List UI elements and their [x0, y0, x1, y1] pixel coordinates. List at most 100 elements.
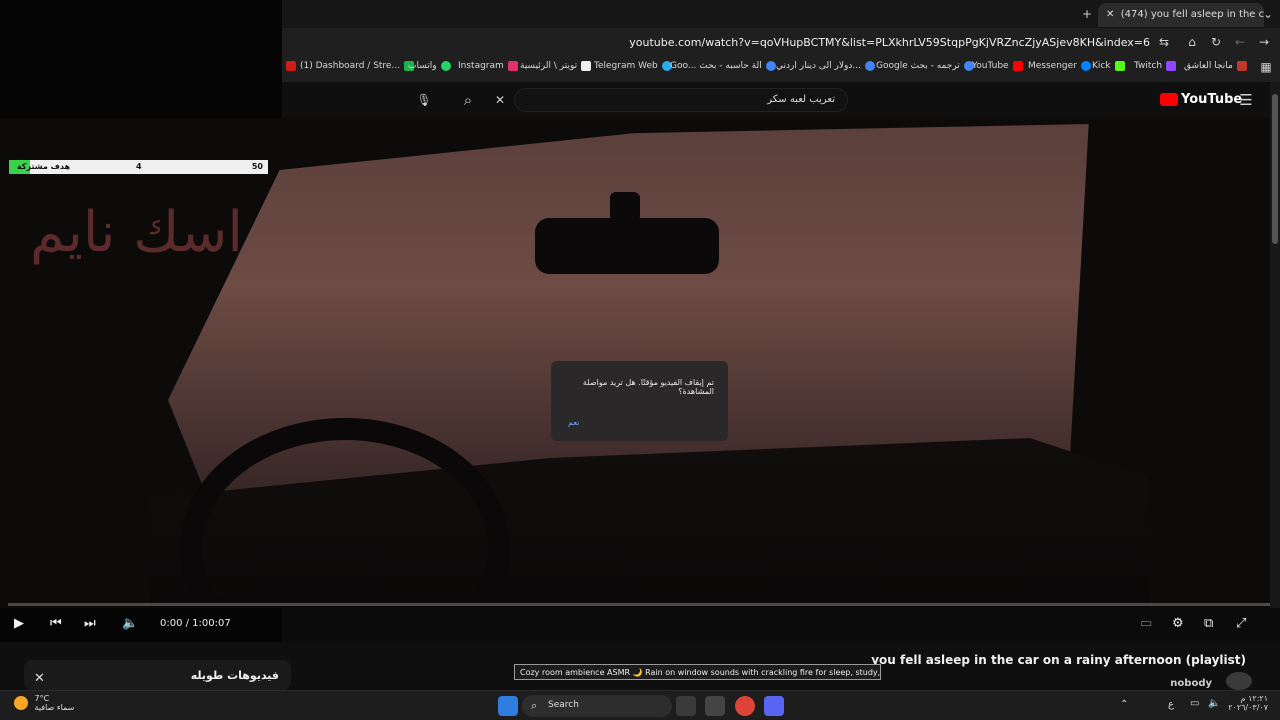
- player-controls: ▶ ⏮ ⏭ 🔈 0:00 / 1:00:07 ▭ ⚙ ⧉ ⤢: [0, 608, 1280, 642]
- home-icon[interactable]: ⌂: [1182, 32, 1202, 52]
- miniplayer-icon[interactable]: ⧉: [1204, 616, 1213, 631]
- tab-title: (474) you fell asleep in the car on a ra…: [1120, 9, 1264, 20]
- input-language[interactable]: ع: [1168, 699, 1174, 710]
- apps-grid-icon[interactable]: ▦: [1256, 57, 1276, 77]
- taskbar: 7°C سماء صافية ⌕ Search ⌃ ع ▭ 🔈 ١٢:٢١ م …: [0, 690, 1280, 720]
- playlist-panel[interactable]: ✕ فيديوهات طويله: [24, 660, 291, 690]
- bookmark-label: تويتر \ الرئيسية: [520, 61, 578, 71]
- weather-icon: [14, 696, 28, 710]
- page-scrollbar[interactable]: [1270, 82, 1280, 608]
- previous-icon[interactable]: ⏮: [50, 616, 62, 631]
- google-icon: [864, 61, 875, 71]
- bookmark-twitter[interactable]: تويتر \ الرئيسية: [520, 61, 592, 71]
- weather-widget[interactable]: 7°C سماء صافية: [14, 694, 74, 712]
- bookmark-calculator[interactable]: Goo... الة حاسبه - بحث: [670, 61, 776, 71]
- dialog-message: تم إيقاف الفيديو مؤقتًا. هل تريد مواصلة …: [582, 378, 714, 396]
- bookmark-label: (1) Dashboard / Stre...: [300, 61, 401, 71]
- clock-date: ٢٠٢٦/٠٣/٠٧: [1228, 703, 1268, 712]
- search-input[interactable]: تعريب لعبه سكر: [514, 88, 848, 112]
- network-icon[interactable]: ▭: [1190, 698, 1199, 709]
- instagram-icon: [507, 61, 518, 71]
- taskbar-search[interactable]: ⌕ Search: [522, 695, 672, 717]
- youtube-logo[interactable]: YouTube: [1160, 92, 1242, 107]
- youtube-icon: [1012, 61, 1023, 71]
- bookmarks-bar: (1) Dashboard / Stre... واتساب Instagram…: [282, 56, 1280, 78]
- bookmark-manga[interactable]: مانجا العاشق: [1184, 61, 1247, 71]
- taskbar-search-label: Search: [548, 700, 579, 710]
- close-tab-icon[interactable]: ✕: [1106, 9, 1118, 20]
- bookmark-dashboard[interactable]: (1) Dashboard / Stre...: [286, 61, 415, 71]
- bookmark-instagram[interactable]: Instagram: [458, 61, 518, 71]
- dialog-yes-button[interactable]: نعم: [568, 418, 579, 427]
- bookmark-whatsapp[interactable]: واتساب: [408, 61, 451, 71]
- tab-active[interactable]: ✕ (474) you fell asleep in the car on a …: [1098, 3, 1264, 27]
- bookmark-label: Kick: [1092, 61, 1111, 71]
- search-value: تعريب لعبه سكر: [767, 94, 835, 105]
- goal-target: 50: [251, 162, 263, 171]
- clear-search-icon[interactable]: ✕: [490, 90, 510, 110]
- bookmark-translate[interactable]: Google ترجمه - بحث: [876, 61, 974, 71]
- volume-icon[interactable]: 🔈: [122, 616, 138, 631]
- youtube-logo-text: YouTube: [1181, 92, 1243, 107]
- bookmark-label: Telegram Web: [594, 61, 658, 71]
- bookmark-label: YouTube: [972, 61, 1009, 71]
- windows-start-icon[interactable]: [498, 696, 518, 716]
- menu-icon[interactable]: ☰: [1236, 90, 1256, 110]
- weather-temp: 7°C: [34, 694, 50, 703]
- bookmark-label: Twitch: [1134, 61, 1163, 71]
- continue-watching-dialog: تم إيقاف الفيديو مؤقتًا. هل تريد مواصلة …: [551, 361, 728, 441]
- task-view-icon[interactable]: [676, 696, 696, 716]
- kick-icon: [1114, 61, 1125, 71]
- bookmark-currency[interactable]: دولار الى دينار اردني...: [776, 61, 875, 71]
- manga-icon: [1236, 61, 1247, 71]
- new-tab-icon[interactable]: +: [1077, 4, 1097, 24]
- fullscreen-icon[interactable]: ⤢: [1236, 616, 1246, 631]
- x-icon: [581, 61, 592, 71]
- chevron-down-icon[interactable]: ⌄: [1258, 4, 1278, 24]
- chrome-icon[interactable]: [735, 696, 755, 716]
- goal-label: هدف مشتركة: [17, 162, 71, 171]
- address-bar[interactable]: youtube.com/watch?v=qoVHupBCTMY&list=PLX…: [282, 28, 1280, 56]
- settings-icon[interactable]: ⚙: [1172, 616, 1184, 631]
- bookmark-kick[interactable]: Kick: [1092, 61, 1125, 71]
- google-icon: [765, 61, 776, 71]
- volume-icon[interactable]: 🔈: [1208, 698, 1220, 709]
- discord-icon[interactable]: [764, 696, 784, 716]
- next-icon[interactable]: ⏭: [84, 616, 96, 631]
- bookmark-telegram[interactable]: Telegram Web: [594, 61, 672, 71]
- bookmark-label: Google ترجمه - بحث: [876, 61, 960, 71]
- scrollbar-thumb[interactable]: [1272, 94, 1278, 244]
- tab-bar: + ✕ (474) you fell asleep in the car on …: [282, 0, 1280, 28]
- bookmark-label: دولار الى دينار اردني...: [776, 61, 861, 71]
- close-icon[interactable]: ✕: [34, 671, 45, 686]
- clock[interactable]: ١٢:٢١ م ٢٠٢٦/٠٣/٠٧: [1228, 694, 1268, 712]
- avatar[interactable]: [1226, 672, 1252, 690]
- weather-desc: سماء صافية: [34, 703, 75, 712]
- bookmark-youtube[interactable]: YouTube: [972, 61, 1023, 71]
- url-text[interactable]: youtube.com/watch?v=qoVHupBCTMY&list=PLX…: [629, 36, 1150, 49]
- bookmark-messenger[interactable]: Messenger: [1028, 61, 1091, 71]
- mic-icon[interactable]: 🎙: [414, 90, 434, 110]
- subtitles-icon[interactable]: ▭: [1140, 616, 1152, 631]
- reload-icon[interactable]: ↻: [1206, 32, 1226, 52]
- play-icon[interactable]: ▶: [14, 616, 24, 631]
- channel-name[interactable]: nobody: [1170, 678, 1212, 689]
- bookmark-label: Messenger: [1028, 61, 1077, 71]
- bookmark-twitch[interactable]: Twitch: [1134, 61, 1177, 71]
- goal-current: 4: [136, 162, 142, 171]
- twitch-icon: [1166, 61, 1177, 71]
- progress-bar[interactable]: [8, 603, 1272, 606]
- search-icon[interactable]: ⌕: [458, 90, 478, 110]
- site-settings-icon[interactable]: ⇆: [1154, 32, 1174, 52]
- back-icon[interactable]: ←: [1230, 32, 1250, 52]
- goal-bar: هدف مشتركة 4 50: [9, 160, 268, 174]
- video-player[interactable]: تم إيقاف الفيديو مؤقتًا. هل تريد مواصلة …: [0, 118, 1280, 608]
- forward-icon[interactable]: →: [1254, 32, 1274, 52]
- store-icon[interactable]: [705, 696, 725, 716]
- bookmark-label: Instagram: [458, 61, 504, 71]
- tooltip: Cozy room ambience ASMR 🌙 Rain on window…: [514, 664, 881, 680]
- youtube-logo-icon: [1160, 93, 1178, 106]
- playlist-title: فيديوهات طويله: [190, 669, 279, 682]
- chevron-up-icon[interactable]: ⌃: [1120, 699, 1128, 710]
- video-frame-mirror: [535, 218, 719, 274]
